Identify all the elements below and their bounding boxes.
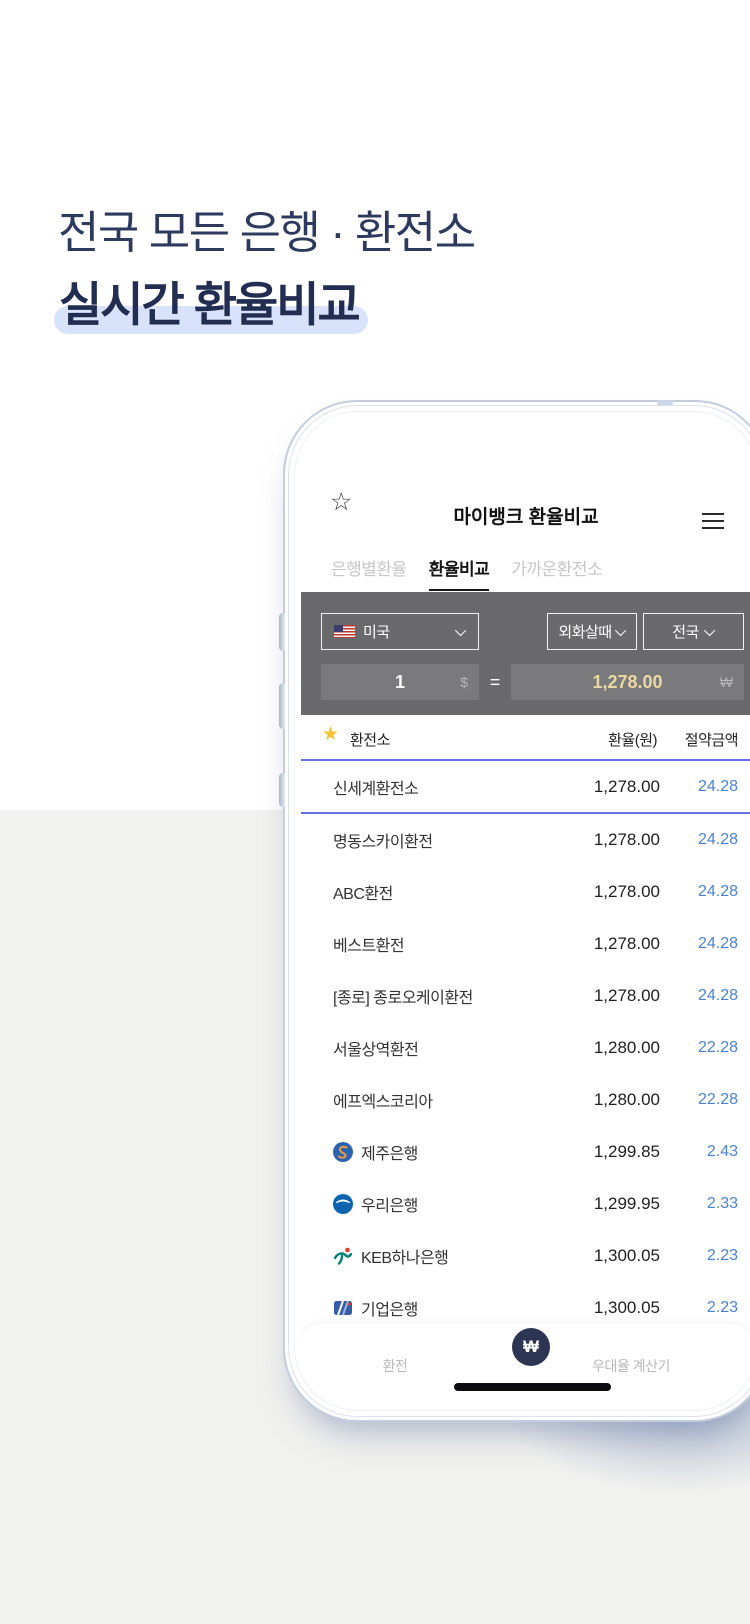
phone-side-button bbox=[279, 683, 285, 729]
tab-rate-comparison[interactable]: 환율비교 bbox=[429, 555, 490, 591]
table-row[interactable]: ABC환전 1,278.00 24.28 bbox=[301, 866, 750, 918]
exchange-rate-value: 1,278.00 bbox=[594, 830, 660, 850]
table-row[interactable]: 명동스카이환전 1,278.00 24.28 bbox=[301, 814, 750, 866]
app-title: 마이뱅크 환율비교 bbox=[301, 502, 750, 529]
phone-antenna-band bbox=[657, 400, 673, 405]
tab-nearby-exchange[interactable]: 가까운환전소 bbox=[511, 555, 602, 591]
region-value: 전국 bbox=[672, 621, 699, 642]
converted-amount-field[interactable]: 1,278.00 ₩ bbox=[511, 664, 744, 700]
shop-name: KEB하나은행 bbox=[361, 1244, 448, 1268]
home-indicator[interactable] bbox=[454, 1383, 611, 1391]
savings-value: 24.28 bbox=[698, 778, 738, 796]
shop-name: ABC환전 bbox=[333, 880, 393, 904]
jeju-bank-logo bbox=[333, 1142, 353, 1162]
star-filled-icon: ★ bbox=[322, 725, 339, 744]
shop-name: 기업은행 bbox=[361, 1296, 418, 1320]
exchange-rate-value: 1,299.85 bbox=[594, 1142, 660, 1162]
dollar-symbol: $ bbox=[460, 664, 468, 700]
region-select[interactable]: 전국 bbox=[643, 613, 744, 650]
chevron-down-icon bbox=[455, 624, 466, 635]
savings-value: 2.23 bbox=[707, 1299, 738, 1317]
column-header-rate: 환율(원) bbox=[608, 729, 657, 750]
table-row[interactable]: [종로] 종로오케이환전 1,278.00 24.28 bbox=[301, 970, 750, 1022]
bottom-nav-bar: 환전 ₩ 우대율 계산기 bbox=[301, 1324, 750, 1404]
shop-name: 제주은행 bbox=[361, 1140, 418, 1164]
exchange-rate-value: 1,278.00 bbox=[594, 934, 660, 954]
savings-value: 2.43 bbox=[707, 1143, 738, 1161]
woori-bank-logo bbox=[333, 1194, 353, 1214]
table-header: ★ 환전소 환율(원) 절약금액 bbox=[301, 718, 750, 758]
savings-value: 24.28 bbox=[698, 831, 738, 849]
column-header-shop: 환전소 bbox=[350, 729, 390, 750]
exchange-rate-value: 1,299.95 bbox=[594, 1194, 660, 1214]
savings-value: 24.28 bbox=[698, 883, 738, 901]
table-row[interactable]: 신세계환전소 1,278.00 24.28 bbox=[301, 761, 750, 814]
table-row[interactable]: 서울상역환전 1,280.00 22.28 bbox=[301, 1022, 750, 1074]
chevron-down-icon bbox=[704, 624, 715, 635]
table-row[interactable]: 제주은행 1,299.85 2.43 bbox=[301, 1126, 750, 1178]
savings-value: 22.28 bbox=[698, 1039, 738, 1057]
us-flag-icon bbox=[334, 625, 355, 638]
app-screen: ☆ 마이뱅크 환율비교 은행별환율 환율비교 가까운환전소 미국 외화살때 전국 bbox=[301, 418, 750, 1404]
table-row[interactable]: 우리은행 1,299.95 2.33 bbox=[301, 1178, 750, 1230]
shop-name: 명동스카이환전 bbox=[333, 828, 433, 852]
chevron-down-icon bbox=[615, 624, 626, 635]
exchange-rate-list: 신세계환전소 1,278.00 24.28 명동스카이환전 1,278.00 2… bbox=[301, 761, 750, 1334]
country-select-value: 미국 bbox=[363, 621, 390, 642]
savings-value: 2.23 bbox=[707, 1247, 738, 1265]
won-coin-button[interactable]: ₩ bbox=[512, 1328, 550, 1366]
hamburger-menu-icon[interactable] bbox=[702, 513, 724, 534]
trade-type-select[interactable]: 외화살때 bbox=[547, 613, 637, 650]
ibk-bank-logo bbox=[333, 1298, 353, 1318]
phone-shadow bbox=[410, 1392, 750, 1624]
savings-value: 22.28 bbox=[698, 1091, 738, 1109]
shop-name: 에프엑스코리아 bbox=[333, 1088, 433, 1112]
hero-heading-line2: 실시간 환율비교 bbox=[59, 266, 359, 335]
tab-bank-rates[interactable]: 은행별환율 bbox=[331, 555, 407, 591]
hero-heading-line1: 전국 모든 은행 · 환전소 bbox=[58, 196, 475, 261]
keb-hana-bank-logo bbox=[333, 1246, 353, 1266]
exchange-rate-value: 1,300.05 bbox=[594, 1298, 660, 1318]
trade-type-value: 외화살때 bbox=[558, 621, 611, 642]
shop-name: 우리은행 bbox=[361, 1192, 418, 1216]
nav-item-rate-calculator[interactable]: 우대율 계산기 bbox=[592, 1356, 670, 1376]
equals-sign: = bbox=[479, 664, 511, 700]
savings-value: 2.33 bbox=[707, 1195, 738, 1213]
savings-value: 24.28 bbox=[698, 987, 738, 1005]
table-row[interactable]: KEB하나은행 1,300.05 2.23 bbox=[301, 1230, 750, 1282]
savings-value: 24.28 bbox=[698, 935, 738, 953]
country-select[interactable]: 미국 bbox=[321, 613, 479, 650]
phone-mockup: ☆ 마이뱅크 환율비교 은행별환율 환율비교 가까운환전소 미국 외화살때 전국 bbox=[283, 400, 750, 1422]
nav-item-exchange[interactable]: 환전 bbox=[383, 1356, 408, 1376]
exchange-rate-value: 1,280.00 bbox=[594, 1090, 660, 1110]
phone-side-button bbox=[279, 613, 285, 651]
amount-value: 1 bbox=[395, 672, 405, 693]
shop-name: 베스트환전 bbox=[333, 932, 404, 956]
won-symbol: ₩ bbox=[720, 664, 733, 700]
exchange-rate-value: 1,278.00 bbox=[594, 777, 660, 797]
phone-side-button bbox=[279, 773, 285, 807]
exchange-rate-value: 1,278.00 bbox=[594, 882, 660, 902]
tab-bar: 은행별환율 환율비교 가까운환전소 bbox=[331, 555, 602, 591]
exchange-rate-value: 1,300.05 bbox=[594, 1246, 660, 1266]
keb-hana-bank-logo bbox=[333, 1246, 353, 1266]
amount-input[interactable]: 1 $ bbox=[321, 664, 479, 700]
shop-name: 서울상역환전 bbox=[333, 1036, 418, 1060]
table-row[interactable]: 베스트환전 1,278.00 24.28 bbox=[301, 918, 750, 970]
shop-name: [종로] 종로오케이환전 bbox=[333, 984, 473, 1008]
converted-value: 1,278.00 bbox=[592, 672, 662, 693]
ibk-bank-logo bbox=[333, 1298, 353, 1318]
woori-bank-logo bbox=[333, 1194, 353, 1214]
table-row[interactable]: 에프엑스코리아 1,280.00 22.28 bbox=[301, 1074, 750, 1126]
column-header-savings: 절약금액 bbox=[685, 729, 738, 750]
exchange-rate-value: 1,278.00 bbox=[594, 986, 660, 1006]
exchange-rate-value: 1,280.00 bbox=[594, 1038, 660, 1058]
jeju-bank-logo bbox=[333, 1142, 353, 1162]
filter-converter-panel: 미국 외화살때 전국 1 $ = 1,278.00 ₩ bbox=[301, 592, 750, 715]
shop-name: 신세계환전소 bbox=[333, 775, 418, 799]
